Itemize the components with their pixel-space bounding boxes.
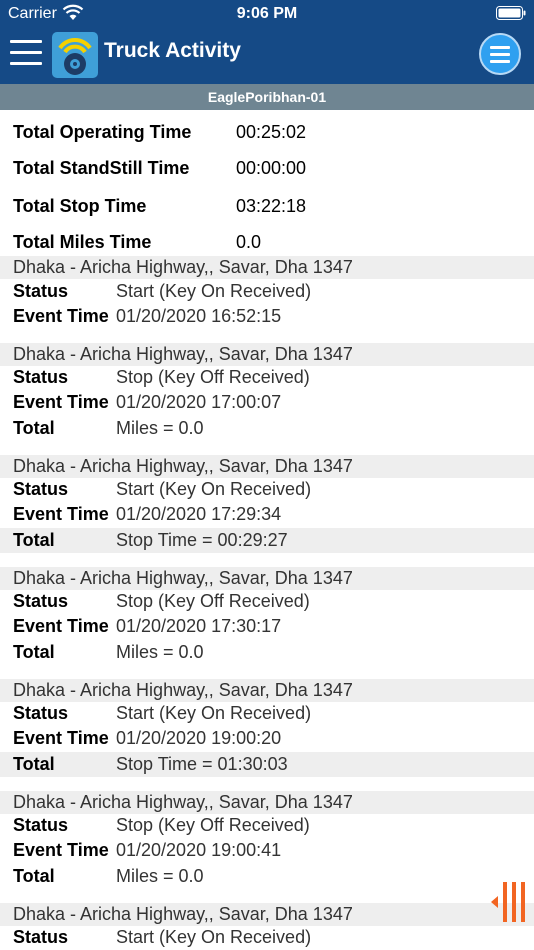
status-label: Status <box>13 479 69 499</box>
status-label: Status <box>13 703 69 723</box>
event-time-label: Event Time <box>13 840 109 860</box>
status-label: Status <box>13 367 69 387</box>
event-time-value: 01/20/2020 17:00:07 <box>116 392 282 412</box>
event-time-label: Event Time <box>13 392 109 412</box>
hamburger-icon[interactable] <box>10 40 42 66</box>
total-value: Stop Time = 00:29:27 <box>116 530 288 550</box>
status-label: Status <box>13 591 69 611</box>
event-total-row: Total Miles = 0.0 <box>0 416 534 441</box>
summary-label: Total StandStill Time <box>13 158 190 178</box>
drawer-handle-icon[interactable] <box>490 880 530 924</box>
event-time-row: Event Time 01/20/2020 17:00:07 <box>0 390 534 415</box>
total-label: Total <box>13 418 55 438</box>
event-status-row: Status Stop (Key Off Received) <box>0 365 534 390</box>
event-address: Dhaka - Aricha Highway,, Savar, Dha 1347 <box>0 679 534 702</box>
event-time-label: Event Time <box>13 504 109 524</box>
status-value: Start (Key On Received) <box>116 479 312 499</box>
summary-value: 0.0 <box>236 232 262 252</box>
event-time-value: 01/20/2020 19:00:20 <box>116 728 282 748</box>
event-time-label: Event Time <box>13 306 109 326</box>
summary-value: 03:22:18 <box>236 196 307 216</box>
event-card[interactable]: Dhaka - Aricha Highway,, Savar, Dha 1347… <box>0 903 534 950</box>
event-time-row: Event Time 01/20/2020 19:00:20 <box>0 726 534 751</box>
summary-label: Total Operating Time <box>13 122 192 142</box>
event-address: Dhaka - Aricha Highway,, Savar, Dha 1347 <box>0 256 534 279</box>
event-status-row: Status Start (Key On Received) <box>0 701 534 726</box>
total-label: Total <box>13 754 55 774</box>
event-address: Dhaka - Aricha Highway,, Savar, Dha 1347 <box>0 567 534 590</box>
status-value: Start (Key On Received) <box>116 281 312 301</box>
event-total-row: Total Stop Time = 01:30:03 <box>0 752 534 777</box>
status-bar: Carrier 9:06 PM <box>0 0 534 28</box>
summary-label: Total Miles Time <box>13 232 152 252</box>
total-label: Total <box>13 530 55 550</box>
event-status-row: Status Start (Key On Received) <box>0 477 534 502</box>
event-total-row: Total Stop Time = 00:29:27 <box>0 528 534 553</box>
status-value: Stop (Key Off Received) <box>116 591 310 611</box>
event-card[interactable]: Dhaka - Aricha Highway,, Savar, Dha 1347… <box>0 791 534 903</box>
event-total-row: Total Miles = 0.0 <box>0 864 534 889</box>
total-label: Total <box>13 642 55 662</box>
event-status-row: Status Stop (Key Off Received) <box>0 813 534 838</box>
event-address: Dhaka - Aricha Highway,, Savar, Dha 1347 <box>0 343 534 366</box>
event-time-label: Event Time <box>13 616 109 636</box>
summary-label: Total Stop Time <box>13 196 147 216</box>
event-card[interactable]: Dhaka - Aricha Highway,, Savar, Dha 1347… <box>0 343 534 455</box>
status-label: Status <box>13 815 69 835</box>
page-title: Truck Activity <box>104 39 241 62</box>
event-card[interactable]: Dhaka - Aricha Highway,, Savar, Dha 1347… <box>0 679 534 791</box>
status-value: Start (Key On Received) <box>116 927 312 947</box>
event-time-value: 01/20/2020 16:52:15 <box>116 306 282 326</box>
summary-value: 00:00:00 <box>236 158 307 178</box>
event-time-label: Event Time <box>13 728 109 748</box>
status-value: Stop (Key Off Received) <box>116 367 310 387</box>
event-time-value: 01/20/2020 19:00:41 <box>116 840 282 860</box>
total-value: Miles = 0.0 <box>116 642 204 662</box>
summary-value: 00:25:02 <box>236 122 307 142</box>
event-time-row: Event Time 01/20/2020 19:00:41 <box>0 838 534 863</box>
total-label: Total <box>13 866 55 886</box>
event-time-value: 01/20/2020 17:30:17 <box>116 616 282 636</box>
app-logo-icon <box>52 32 98 78</box>
event-card[interactable]: Dhaka - Aricha Highway,, Savar, Dha 1347… <box>0 256 534 343</box>
event-status-row: Status Start (Key On Received) <box>0 279 534 304</box>
event-card[interactable]: Dhaka - Aricha Highway,, Savar, Dha 1347… <box>0 455 534 567</box>
event-time-row: Event Time 01/20/2020 16:52:15 <box>0 304 534 329</box>
event-address: Dhaka - Aricha Highway,, Savar, Dha 1347 <box>0 903 534 926</box>
event-address: Dhaka - Aricha Highway,, Savar, Dha 1347 <box>0 455 534 478</box>
total-value: Miles = 0.0 <box>116 866 204 886</box>
total-value: Miles = 0.0 <box>116 418 204 438</box>
battery-icon <box>496 6 526 20</box>
nav-bar: Truck Activity <box>0 28 534 84</box>
total-value: Stop Time = 01:30:03 <box>116 754 288 774</box>
event-status-row: Status Start (Key On Received) <box>0 925 534 950</box>
event-time-row: Event Time 01/20/2020 17:29:34 <box>0 502 534 527</box>
event-card[interactable]: Dhaka - Aricha Highway,, Savar, Dha 1347… <box>0 567 534 679</box>
status-label: Status <box>13 927 69 947</box>
circle-menu-icon[interactable] <box>479 33 521 75</box>
clock: 9:06 PM <box>236 5 298 22</box>
status-value: Stop (Key Off Received) <box>116 815 310 835</box>
status-value: Start (Key On Received) <box>116 703 312 723</box>
vehicle-name: EaglePoribhan-01 <box>0 84 534 110</box>
status-label: Status <box>13 281 69 301</box>
event-status-row: Status Stop (Key Off Received) <box>0 589 534 614</box>
event-time-row: Event Time 01/20/2020 17:30:17 <box>0 614 534 639</box>
event-address: Dhaka - Aricha Highway,, Savar, Dha 1347 <box>0 791 534 814</box>
event-time-value: 01/20/2020 17:29:34 <box>116 504 282 524</box>
event-total-row: Total Miles = 0.0 <box>0 640 534 665</box>
